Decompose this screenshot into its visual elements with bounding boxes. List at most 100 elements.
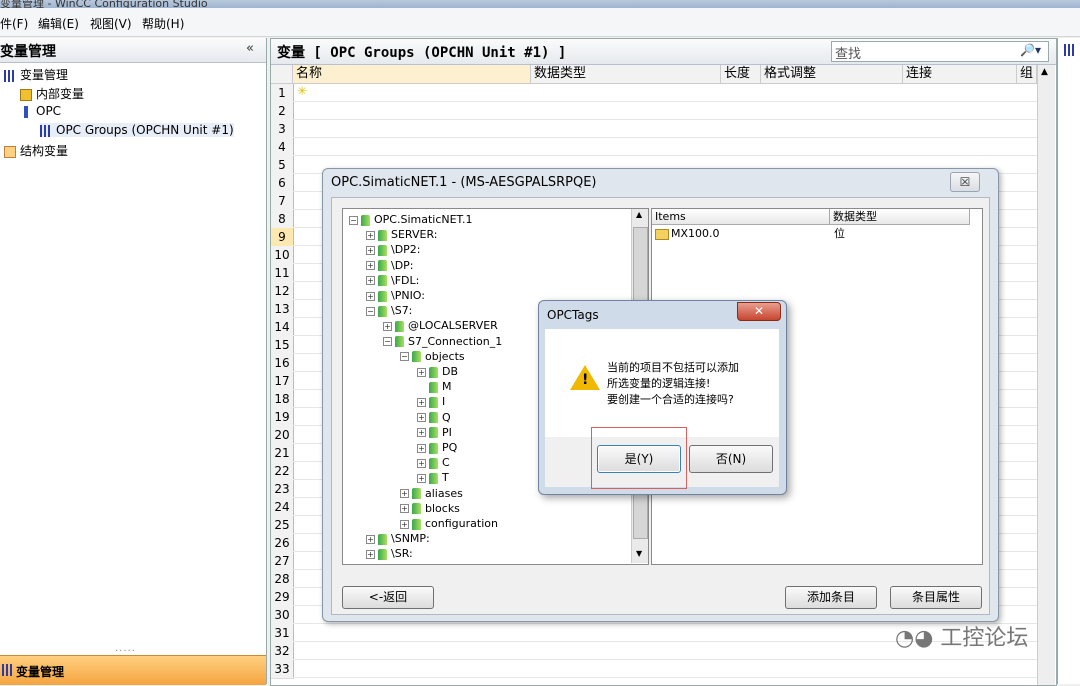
column-group[interactable]: 组 [1017, 65, 1037, 83]
scroll-down-icon[interactable]: ▼ [636, 549, 642, 558]
menu-file[interactable]: 件(F) [0, 15, 28, 32]
row-number[interactable]: 24 [271, 498, 294, 517]
collapse-node-icon[interactable]: − [349, 215, 358, 225]
row-number[interactable]: 14 [271, 318, 294, 337]
opc-tree-node[interactable]: − objects [400, 350, 465, 364]
back-button[interactable]: <-返回 [342, 586, 434, 609]
row-number[interactable]: 3 [271, 120, 294, 139]
item-row[interactable]: MX100.0 [655, 227, 720, 241]
scroll-up-icon[interactable]: ▲ [636, 210, 642, 219]
opc-tree-node[interactable]: − S7_Connection_1 [383, 335, 502, 349]
opc-tree-node[interactable]: + SERVER: [366, 228, 437, 242]
row-number[interactable]: 11 [271, 264, 294, 283]
row-number[interactable]: 30 [271, 606, 294, 625]
no-button[interactable]: 否(N) [689, 445, 773, 473]
search-input[interactable]: 查找 🔎▾ [831, 41, 1049, 62]
opc-tree-node[interactable]: + configuration [400, 517, 498, 531]
opc-tree-node[interactable]: + T [417, 471, 449, 485]
menu-help[interactable]: 帮助(H) [142, 15, 184, 32]
row-number[interactable]: 17 [271, 372, 294, 391]
opc-tree-node[interactable]: + @LOCALSERVER [383, 319, 498, 333]
row-number[interactable]: 33 [271, 660, 294, 679]
opctags-close-button[interactable]: ✕ [737, 302, 781, 321]
column-length[interactable]: 长度 [721, 65, 761, 83]
tree-item-internal-tags[interactable]: 内部变量 [20, 85, 84, 102]
expand-node-icon[interactable]: + [400, 489, 409, 499]
opc-tree-node[interactable]: + C [417, 456, 450, 470]
row-number[interactable]: 13 [271, 300, 294, 319]
row-number[interactable]: 2 [271, 102, 294, 121]
tree-item-struct-tags[interactable]: 结构变量 [4, 142, 68, 159]
opc-tree-node[interactable]: M [417, 380, 452, 394]
opc-tree-node[interactable]: + \DP: [366, 259, 414, 273]
row-number[interactable]: 29 [271, 588, 294, 607]
search-icon[interactable]: 🔎▾ [1020, 43, 1041, 57]
opc-tree-node[interactable]: + \FDL: [366, 274, 419, 288]
row-number[interactable]: 12 [271, 282, 294, 301]
expand-node-icon[interactable]: + [417, 458, 426, 468]
collapse-node-icon[interactable]: − [366, 306, 375, 316]
row-number[interactable]: 8 [271, 210, 294, 229]
row-number[interactable]: 23 [271, 480, 294, 499]
row-number[interactable]: 18 [271, 390, 294, 409]
add-item-button[interactable]: 添加条目 [785, 586, 877, 609]
expand-node-icon[interactable]: + [366, 291, 375, 301]
row-number[interactable]: 32 [271, 642, 294, 661]
expand-node-icon[interactable]: + [417, 397, 426, 407]
expand-node-icon[interactable]: + [366, 245, 375, 255]
tree-item-tag-management[interactable]: 变量管理 [4, 66, 68, 83]
row-number[interactable]: 4 [271, 138, 294, 157]
opc-tree-node[interactable]: + Q [417, 411, 451, 425]
panel-resize-grip[interactable]: ..... [115, 643, 136, 654]
opc-tree-node[interactable]: + \DP2: [366, 243, 421, 257]
row-number[interactable]: 5 [271, 156, 294, 175]
expand-node-icon[interactable]: + [366, 230, 375, 240]
expand-node-icon[interactable]: + [417, 413, 426, 423]
row-number[interactable]: 9 [271, 228, 294, 247]
opc-tree-node[interactable]: + blocks [400, 502, 460, 516]
opc-tree-node[interactable]: + PI [417, 426, 452, 440]
opc-tree-node[interactable]: + DB [417, 365, 458, 379]
row-number[interactable]: 10 [271, 246, 294, 265]
tree-item-opc[interactable]: OPC [20, 104, 61, 118]
collapse-icon[interactable]: « [246, 41, 254, 56]
opc-tree-node[interactable]: − \S7: [366, 304, 412, 318]
expand-node-icon[interactable]: + [366, 549, 375, 559]
expand-node-icon[interactable]: + [417, 428, 426, 438]
row-number[interactable]: 25 [271, 516, 294, 535]
row-number[interactable]: 26 [271, 534, 294, 553]
row-number[interactable]: 27 [271, 552, 294, 571]
row-number[interactable]: 20 [271, 426, 294, 445]
column-name[interactable]: 名称 [293, 65, 531, 83]
row-number[interactable]: 15 [271, 336, 294, 355]
tag-management-bottom-tab[interactable]: 变量管理 [0, 655, 266, 685]
expand-node-icon[interactable]: + [383, 321, 392, 331]
opc-tree-node[interactable]: − OPC.SimaticNET.1 [349, 213, 472, 227]
column-format[interactable]: 格式调整 [761, 65, 903, 83]
expand-node-icon[interactable]: + [417, 367, 426, 377]
row-number[interactable]: 7 [271, 192, 294, 211]
row-number[interactable]: 1 [271, 84, 294, 103]
row-number[interactable]: 31 [271, 624, 294, 643]
opc-dialog-close-button[interactable]: ☒ [950, 172, 980, 192]
collapse-node-icon[interactable]: − [383, 337, 392, 347]
tree-item-opc-groups[interactable]: OPC Groups (OPCHN Unit #1) [40, 123, 234, 137]
opc-tree-node[interactable]: + \SNMP: [366, 532, 430, 546]
menu-view[interactable]: 视图(V) [90, 15, 132, 32]
expand-node-icon[interactable]: + [417, 473, 426, 483]
items-type-column-header[interactable]: 数据类型 [830, 209, 970, 225]
table-vertical-scrollbar[interactable]: ▲ [1037, 65, 1055, 685]
column-data-type[interactable]: 数据类型 [531, 65, 721, 83]
column-connection[interactable]: 连接 [903, 65, 1017, 83]
row-number[interactable]: 22 [271, 462, 294, 481]
expand-node-icon[interactable]: + [366, 276, 375, 286]
collapse-node-icon[interactable]: − [400, 352, 409, 362]
opc-tree-node[interactable]: + PQ [417, 441, 457, 455]
row-number[interactable]: 6 [271, 174, 294, 193]
expand-node-icon[interactable]: + [400, 504, 409, 514]
row-number[interactable]: 16 [271, 354, 294, 373]
expand-node-icon[interactable]: + [400, 519, 409, 529]
row-number[interactable]: 21 [271, 444, 294, 463]
item-properties-button[interactable]: 条目属性 [890, 586, 982, 609]
items-column-header[interactable]: Items [652, 209, 830, 225]
